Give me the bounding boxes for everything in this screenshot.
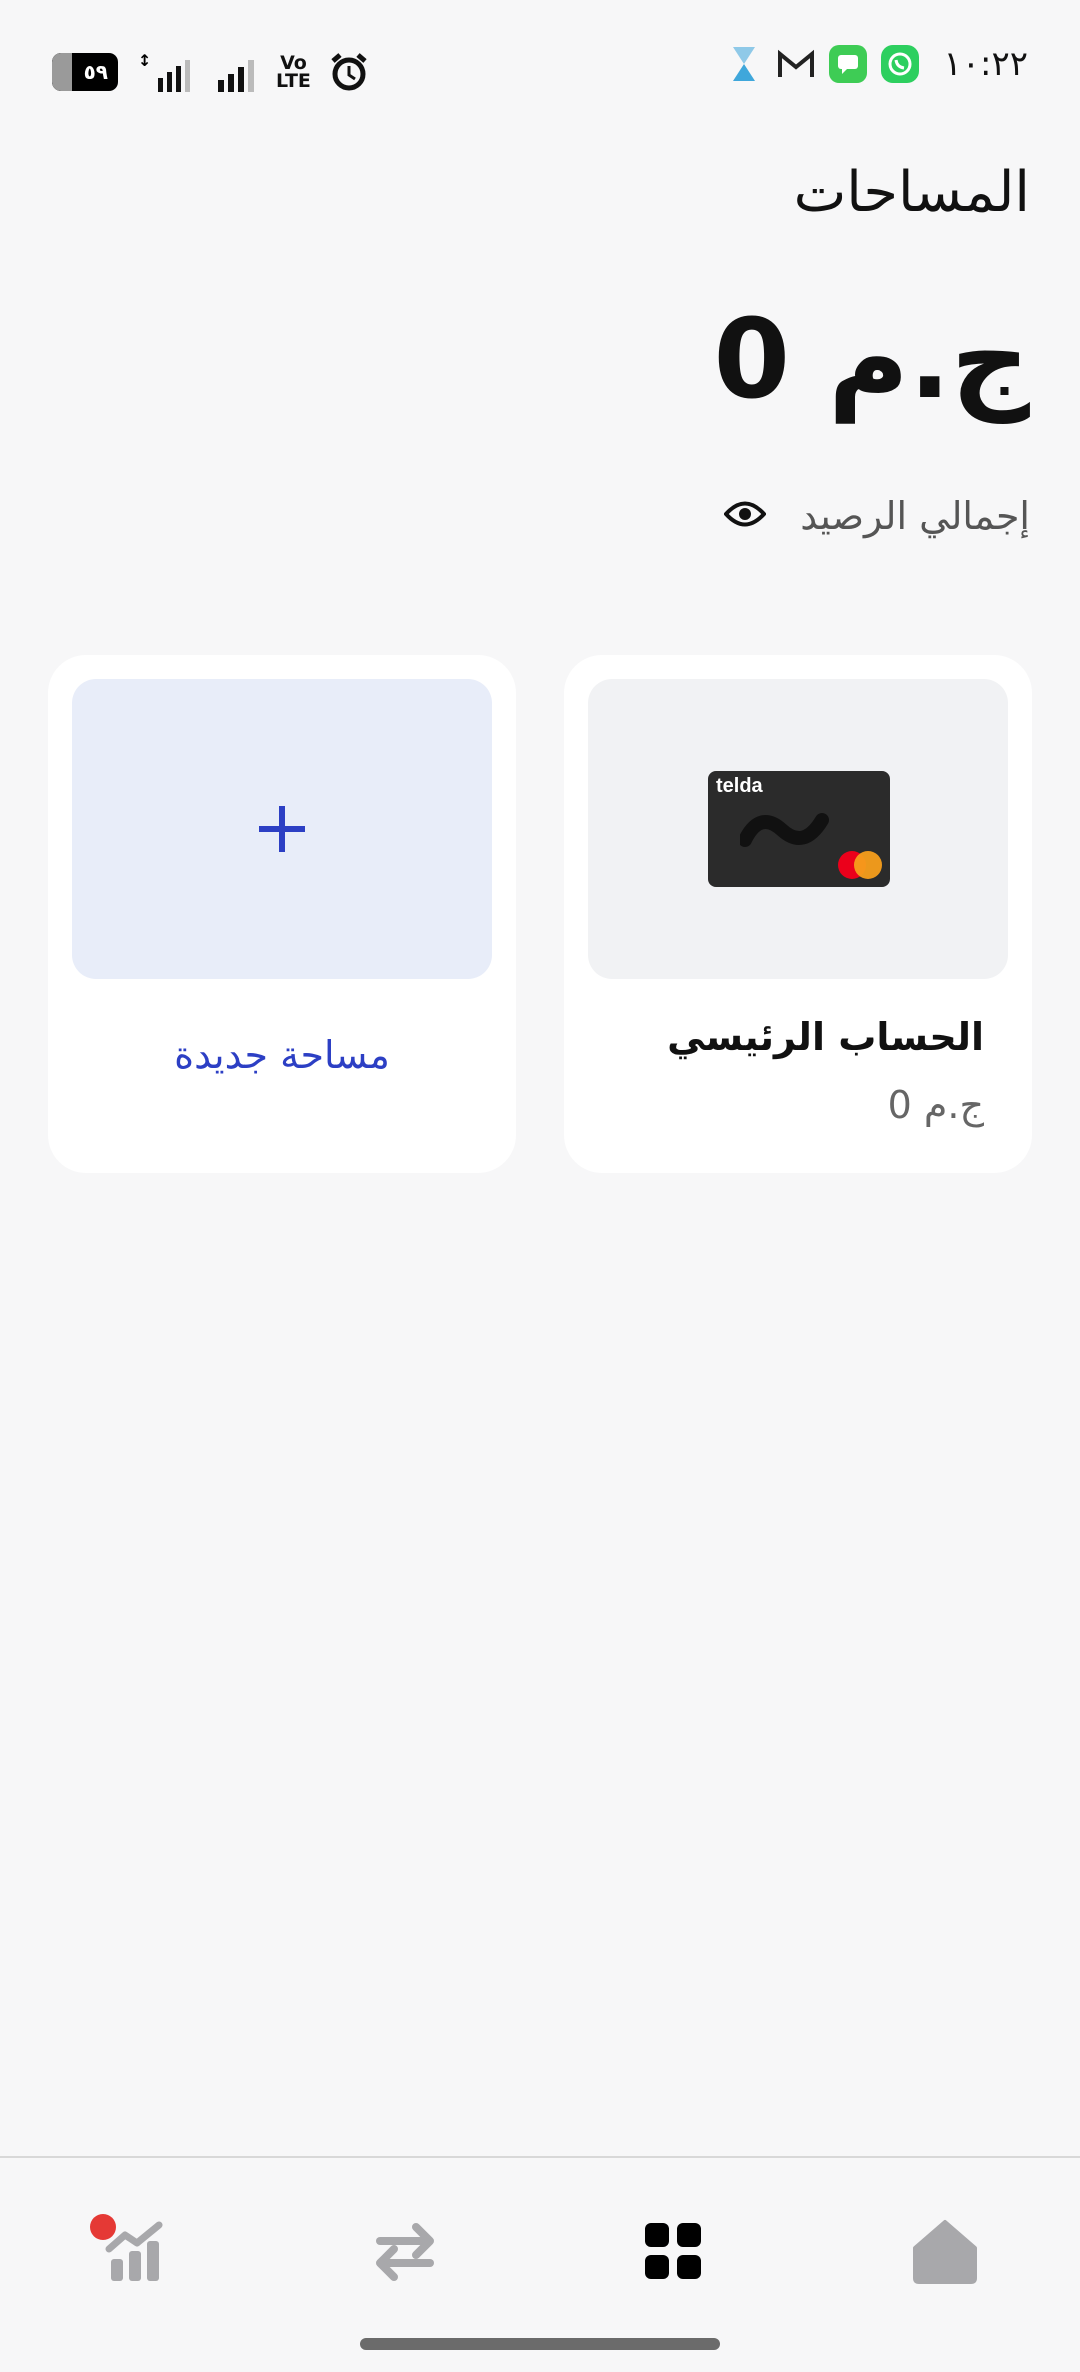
messages-icon xyxy=(829,45,868,83)
eye-icon[interactable] xyxy=(723,499,767,533)
transfer-icon xyxy=(376,2223,434,2281)
total-balance: ج.م 0 xyxy=(713,295,1030,423)
status-bar-left: ٥٩ ↕ Vo LTE xyxy=(52,50,369,94)
new-space-thumbnail xyxy=(72,679,492,979)
grid-icon xyxy=(645,2223,701,2279)
gmail-icon xyxy=(777,45,815,83)
nav-stats[interactable] xyxy=(90,2206,180,2296)
telda-logo: telda xyxy=(716,775,763,797)
tilde-logo-icon xyxy=(740,813,829,847)
page-title: المساحات xyxy=(793,160,1030,225)
battery-level: ٥٩ xyxy=(83,60,108,84)
clock: ١٠:٢٢ xyxy=(943,44,1028,84)
new-space-label: مساحة جديدة xyxy=(174,1033,390,1077)
space-name: الحساب الرئيسي xyxy=(667,1015,984,1059)
hourglass-icon xyxy=(725,45,763,83)
svg-text:↕: ↕ xyxy=(138,51,151,70)
whatsapp-icon xyxy=(881,45,920,83)
signal-icon xyxy=(216,50,258,94)
card-thumbnail: telda xyxy=(588,679,1008,979)
space-card-main-account[interactable]: telda الحساب الرئيسي ج.م 0 xyxy=(564,655,1032,1173)
volte-icon: Vo LTE xyxy=(276,52,311,92)
battery-icon: ٥٩ xyxy=(52,53,118,91)
status-bar: ٥٩ ↕ Vo LTE ١٠:٢٢ xyxy=(0,0,1080,140)
debit-card-image: telda xyxy=(708,771,890,887)
new-space-card[interactable]: مساحة جديدة xyxy=(48,655,516,1173)
nav-transfer[interactable] xyxy=(360,2206,450,2296)
mastercard-icon xyxy=(838,851,882,879)
plus-icon xyxy=(259,806,305,852)
notification-dot xyxy=(90,2214,116,2240)
home-indicator[interactable] xyxy=(360,2338,720,2350)
alarm-icon xyxy=(329,51,369,93)
home-icon xyxy=(913,2220,977,2284)
space-balance: ج.م 0 xyxy=(887,1083,984,1127)
signal-4g-icon: ↕ xyxy=(136,50,198,94)
balance-label: إجمالي الرصيد xyxy=(800,494,1030,538)
spaces-screen: ٥٩ ↕ Vo LTE ١٠:٢٢ المساحات ج.م 0 إجمالي … xyxy=(0,0,1080,2372)
balance-row: إجمالي الرصيد xyxy=(723,494,1030,538)
status-bar-right: ١٠:٢٢ xyxy=(725,44,1028,84)
nav-spaces[interactable] xyxy=(628,2206,718,2296)
nav-home[interactable] xyxy=(900,2206,990,2296)
